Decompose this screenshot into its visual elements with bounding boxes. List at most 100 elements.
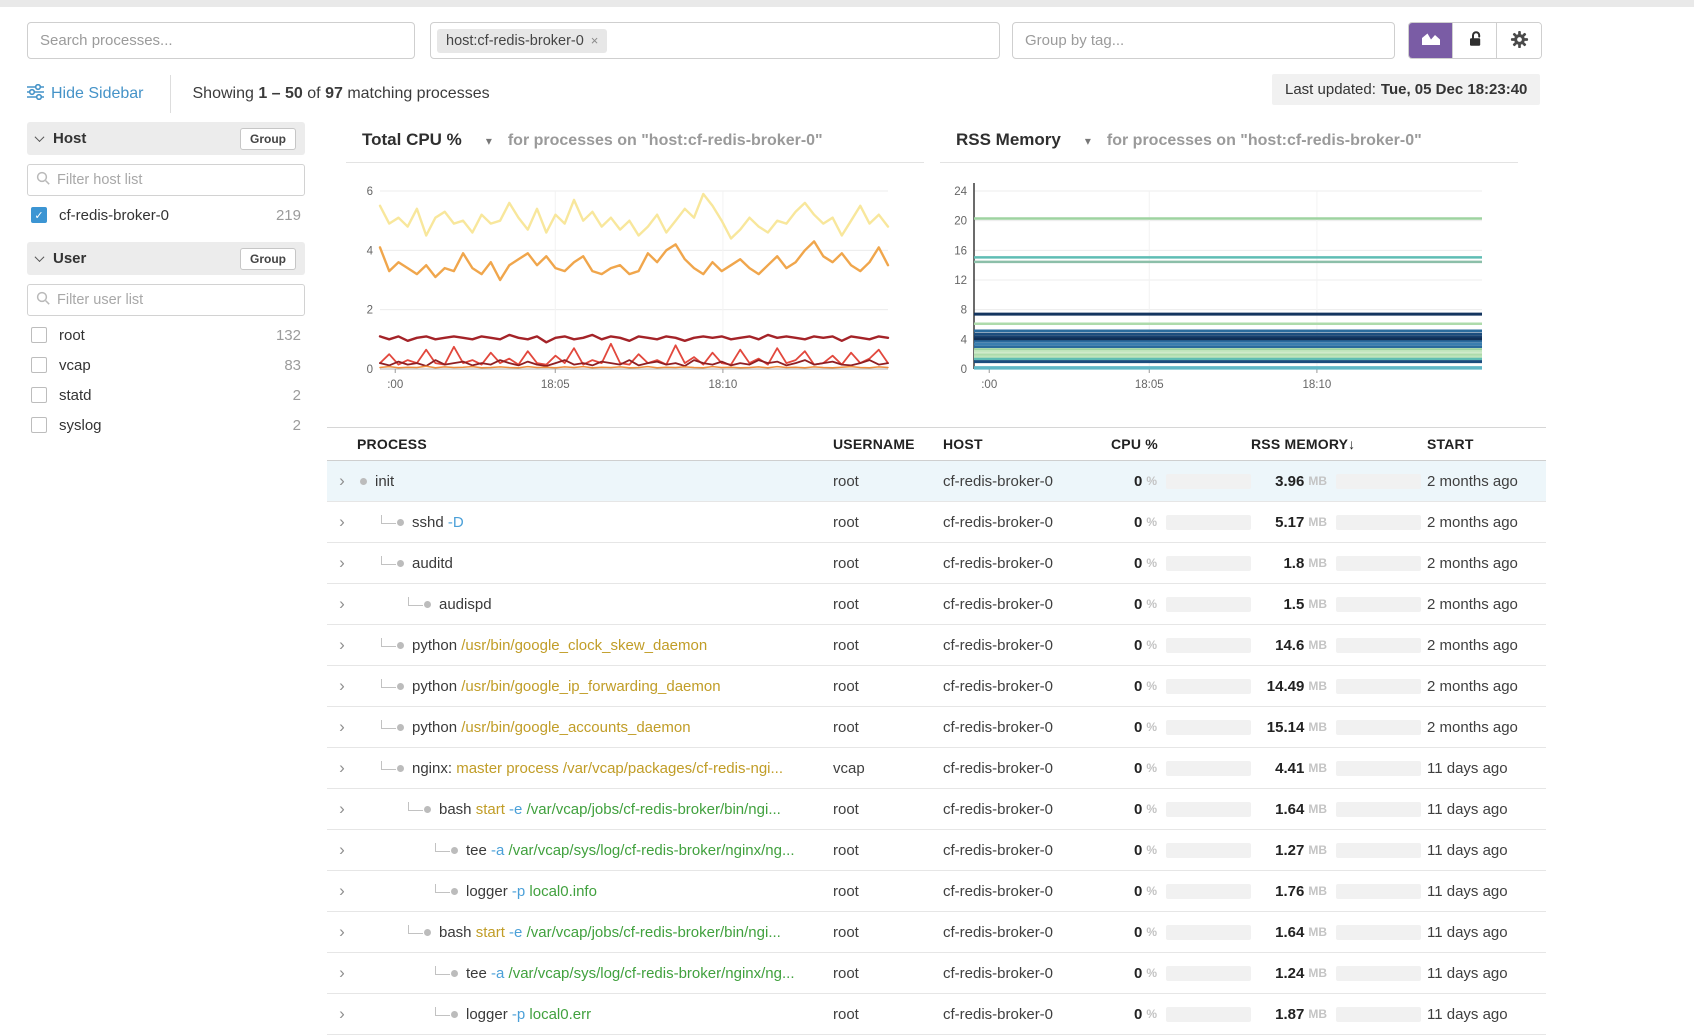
remove-tag-icon[interactable]: × (591, 33, 599, 48)
process-table-header: PROCESS USERNAME HOST CPU % RSS MEMORY↓ … (327, 427, 1546, 461)
groupby-input[interactable] (1012, 22, 1395, 59)
tree-connector (408, 802, 423, 811)
host-group-button[interactable]: Group (240, 128, 296, 150)
user-item[interactable]: statd2 (27, 380, 305, 410)
host-cell: cf-redis-broker-0 (943, 678, 1103, 695)
divider (170, 75, 171, 113)
row-expand-chevron[interactable]: › (327, 513, 357, 532)
row-expand-chevron[interactable]: › (327, 964, 357, 983)
table-row[interactable]: ›auditdrootcf-redis-broker-00%1.8MB2 mon… (327, 543, 1546, 584)
tree-connector (435, 1007, 450, 1016)
user-count: 2 (293, 417, 301, 434)
user-filter-box[interactable] (27, 284, 305, 316)
user-item[interactable]: root132 (27, 320, 305, 350)
user-checkbox[interactable] (31, 417, 47, 433)
table-row[interactable]: ›python /usr/bin/google_ip_forwarding_da… (327, 666, 1546, 707)
row-expand-chevron[interactable]: › (327, 882, 357, 901)
tree-connector (381, 638, 396, 647)
table-row[interactable]: ›python /usr/bin/google_accounts_daemonr… (327, 707, 1546, 748)
sliders-icon (27, 84, 44, 105)
row-expand-chevron[interactable]: › (327, 677, 357, 696)
row-expand-chevron[interactable]: › (327, 841, 357, 860)
svg-text:20: 20 (954, 216, 967, 228)
chart-view-toggle-button[interactable] (1409, 23, 1453, 58)
search-input[interactable] (27, 22, 415, 59)
table-row[interactable]: ›initrootcf-redis-broker-00%3.96MB2 mont… (327, 461, 1546, 502)
user-checkbox[interactable] (31, 387, 47, 403)
user-item[interactable]: syslog2 (27, 410, 305, 440)
host-item[interactable]: ✓cf-redis-broker-0219 (27, 200, 305, 230)
user-section-header[interactable]: User Group (27, 242, 305, 275)
process-name: audispd (357, 596, 833, 613)
user-checkbox[interactable] (31, 357, 47, 373)
host-section-header[interactable]: Host Group (27, 122, 305, 155)
table-row[interactable]: ›bash start -e /var/vcap/jobs/cf-redis-b… (327, 789, 1546, 830)
lock-view-button[interactable] (1453, 23, 1497, 58)
table-row[interactable]: ›tee -a /var/vcap/sys/log/cf-redis-broke… (327, 830, 1546, 871)
cpu-cell: 0% (1103, 678, 1251, 695)
memory-cell: 14.6MB (1251, 637, 1421, 654)
process-dot-icon (424, 806, 431, 813)
table-row[interactable]: ›nginx: master process /var/vcap/package… (327, 748, 1546, 789)
sub-header: Hide Sidebar Showing 1 – 50 of 97 matchi… (27, 76, 490, 112)
top-window-strip (0, 0, 1694, 7)
settings-button[interactable] (1497, 23, 1541, 58)
user-checkbox[interactable] (31, 327, 47, 343)
row-expand-chevron[interactable]: › (327, 472, 357, 491)
cpu-cell: 0% (1103, 514, 1251, 531)
column-header-start[interactable]: START (1421, 436, 1546, 452)
process-dot-icon (397, 724, 404, 731)
column-header-host[interactable]: HOST (943, 436, 1103, 452)
table-row[interactable]: ›python /usr/bin/google_clock_skew_daemo… (327, 625, 1546, 666)
host-cell: cf-redis-broker-0 (943, 555, 1103, 572)
user-item[interactable]: vcap83 (27, 350, 305, 380)
table-row[interactable]: ›audispdrootcf-redis-broker-00%1.5MB2 mo… (327, 584, 1546, 625)
cpu-chart-metric-select[interactable]: Total CPU % (362, 130, 462, 150)
table-row[interactable]: ›bash start -e /var/vcap/jobs/cf-redis-b… (327, 912, 1546, 953)
row-expand-chevron[interactable]: › (327, 759, 357, 778)
row-expand-chevron[interactable]: › (327, 718, 357, 737)
row-expand-chevron[interactable]: › (327, 800, 357, 819)
user-filter-input[interactable] (57, 292, 296, 308)
username-cell: vcap (833, 760, 943, 777)
cpu-bar (1166, 515, 1251, 530)
cpu-bar (1166, 638, 1251, 653)
process-dot-icon (397, 765, 404, 772)
column-header-rss-memory[interactable]: RSS MEMORY↓ (1251, 436, 1421, 452)
process-dot-icon (397, 683, 404, 690)
row-expand-chevron[interactable]: › (327, 636, 357, 655)
table-row[interactable]: ›logger -p local0.inforootcf-redis-broke… (327, 871, 1546, 912)
hide-sidebar-button[interactable]: Hide Sidebar (27, 84, 144, 105)
chevron-down-icon (35, 132, 45, 142)
table-row[interactable]: ›sshd -Drootcf-redis-broker-00%5.17MB2 m… (327, 502, 1546, 543)
column-header-username[interactable]: USERNAME (833, 436, 943, 452)
table-row[interactable]: ›tee -a /var/vcap/sys/log/cf-redis-broke… (327, 953, 1546, 994)
column-header-cpu[interactable]: CPU % (1103, 436, 1251, 452)
host-filter-input[interactable] (57, 172, 296, 188)
row-expand-chevron[interactable]: › (327, 923, 357, 942)
column-header-process[interactable]: PROCESS (357, 436, 833, 452)
tree-connector (381, 720, 396, 729)
memory-chart-metric-select[interactable]: RSS Memory (956, 130, 1061, 150)
caret-down-icon[interactable]: ▾ (1085, 134, 1091, 148)
cpu-bar (1166, 843, 1251, 858)
user-group-button[interactable]: Group (240, 248, 296, 270)
last-updated-value: Tue, 05 Dec 18:23:40 (1381, 81, 1527, 98)
host-filter-tag[interactable]: host:cf-redis-broker-0 × (437, 29, 607, 53)
host-checkbox[interactable]: ✓ (31, 207, 47, 223)
svg-text:6: 6 (367, 186, 373, 198)
start-cell: 11 days ago (1421, 924, 1546, 941)
user-list: root132vcap83statd2syslog2 (27, 320, 305, 440)
process-table: PROCESS USERNAME HOST CPU % RSS MEMORY↓ … (327, 427, 1546, 1035)
cpu-cell: 0% (1103, 719, 1251, 736)
process-dot-icon (451, 1011, 458, 1018)
row-expand-chevron[interactable]: › (327, 595, 357, 614)
host-filter-box[interactable] (27, 164, 305, 196)
row-expand-chevron[interactable]: › (327, 1005, 357, 1024)
tag-filter-input[interactable]: host:cf-redis-broker-0 × (430, 22, 1000, 59)
caret-down-icon[interactable]: ▾ (486, 134, 492, 148)
row-expand-chevron[interactable]: › (327, 554, 357, 573)
table-row[interactable]: ›logger -p local0.errrootcf-redis-broker… (327, 994, 1546, 1035)
process-name: python /usr/bin/google_accounts_daemon (357, 719, 833, 736)
process-dot-icon (360, 478, 367, 485)
